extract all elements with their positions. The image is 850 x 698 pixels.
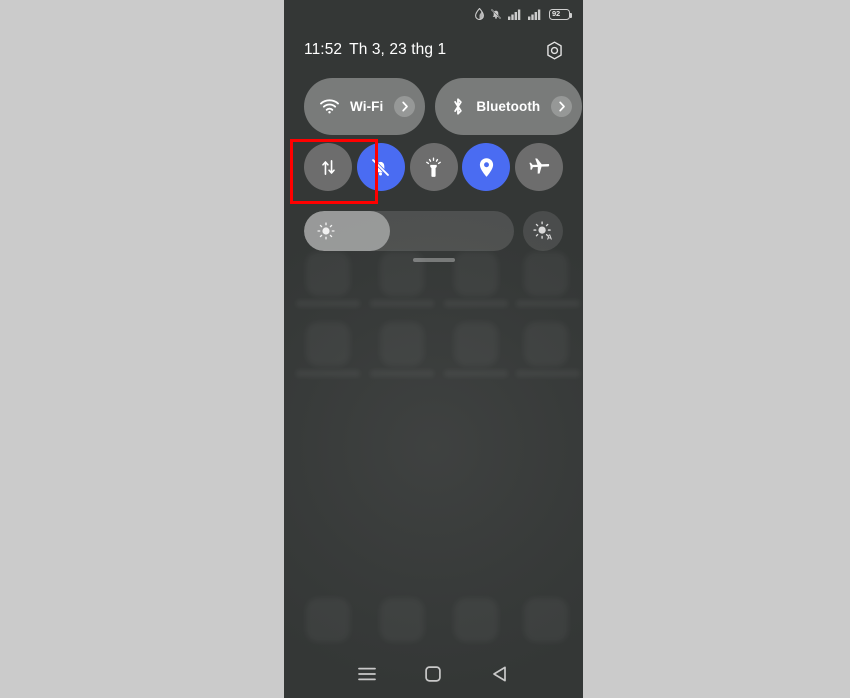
menu-icon [358, 667, 377, 681]
clock-date: Th 3, 23 thg 1 [349, 41, 447, 58]
wallpaper-app-label [296, 370, 360, 377]
chevron-right-icon [559, 101, 565, 112]
wallpaper-app-icon [306, 252, 350, 296]
clock-time: 11:52 [304, 41, 343, 58]
wallpaper-app-label [516, 300, 580, 307]
toggle-silent-mode[interactable] [356, 143, 405, 191]
wallpaper-app-label [296, 300, 360, 307]
wifi-pill-button[interactable]: Wi-Fi [304, 78, 426, 135]
wallpaper-app-label [370, 370, 434, 377]
chevron-right-icon [402, 101, 408, 112]
home-square-icon [425, 666, 442, 682]
toggle-airplane-mode[interactable] [515, 143, 563, 191]
clock-row: 11:52 Th 3, 23 thg 1 [284, 33, 583, 67]
location-pin-icon [479, 157, 493, 177]
wallpaper-app-label [444, 370, 508, 377]
wifi-pill-label: Wi-Fi [350, 99, 384, 114]
settings-button[interactable] [541, 37, 567, 63]
wallpaper-app-icon [524, 252, 568, 296]
navigation-bar [284, 650, 583, 698]
signal-sim1-icon [508, 9, 521, 20]
panel-drag-handle[interactable] [412, 258, 455, 262]
wallpaper-dock-icon [380, 598, 424, 642]
phone-screen: 92 11:52 Th 3, 23 thg 1 Wi-Fi Bluetooth … [284, 0, 583, 698]
auto-brightness-icon: A [533, 221, 553, 241]
bluetooth-pill-button[interactable]: Bluetooth [435, 78, 583, 135]
toggle-mobile-data[interactable] [304, 143, 352, 191]
brightness-slider[interactable] [304, 211, 514, 251]
toggle-flashlight[interactable] [409, 143, 458, 191]
wifi-icon [320, 99, 339, 114]
brightness-sun-icon [317, 222, 335, 240]
quick-connect-pills: Wi-Fi Bluetooth [284, 78, 583, 135]
airplane-icon [528, 157, 549, 174]
wallpaper-app-icon [524, 322, 568, 366]
nav-recents-button[interactable] [350, 657, 384, 691]
back-triangle-icon [493, 666, 507, 682]
clock-and-date: 11:52 Th 3, 23 thg 1 [304, 41, 446, 59]
wallpaper-app-label [516, 370, 580, 377]
wifi-expand-button[interactable] [394, 96, 416, 117]
brightness-row: A [284, 211, 583, 251]
battery-level-label: 92 [552, 9, 560, 19]
wallpaper-app-label [444, 300, 508, 307]
wallpaper-dock-icon [306, 598, 350, 642]
auto-brightness-letter: A [547, 233, 553, 241]
wallpaper-app-icon [380, 322, 424, 366]
nav-back-button[interactable] [483, 657, 517, 691]
wallpaper-app-icon [454, 322, 498, 366]
bluetooth-expand-button[interactable] [551, 96, 573, 117]
bluetooth-pill-label: Bluetooth [476, 99, 541, 114]
bluetooth-icon [454, 98, 463, 115]
wallpaper-app-icon [306, 322, 350, 366]
notifications-muted-icon [490, 8, 502, 20]
quick-toggle-row [284, 143, 583, 191]
wallpaper-dock-icon [524, 598, 568, 642]
status-bar: 92 [284, 0, 583, 28]
gear-icon [546, 40, 562, 60]
auto-brightness-button[interactable]: A [523, 211, 563, 251]
nav-home-button[interactable] [416, 657, 450, 691]
mobile-data-icon [321, 159, 335, 175]
battery-indicator: 92 [549, 8, 572, 20]
water-drop-icon [475, 8, 484, 20]
wallpaper-dock-icon [454, 598, 498, 642]
wallpaper-app-label [370, 300, 434, 307]
signal-sim2-icon [528, 9, 541, 20]
brightness-slider-fill [304, 211, 391, 251]
flashlight-icon [426, 157, 441, 177]
bell-slash-icon [371, 157, 390, 177]
toggle-location[interactable] [462, 143, 511, 191]
wallpaper-app-icon [454, 252, 498, 296]
